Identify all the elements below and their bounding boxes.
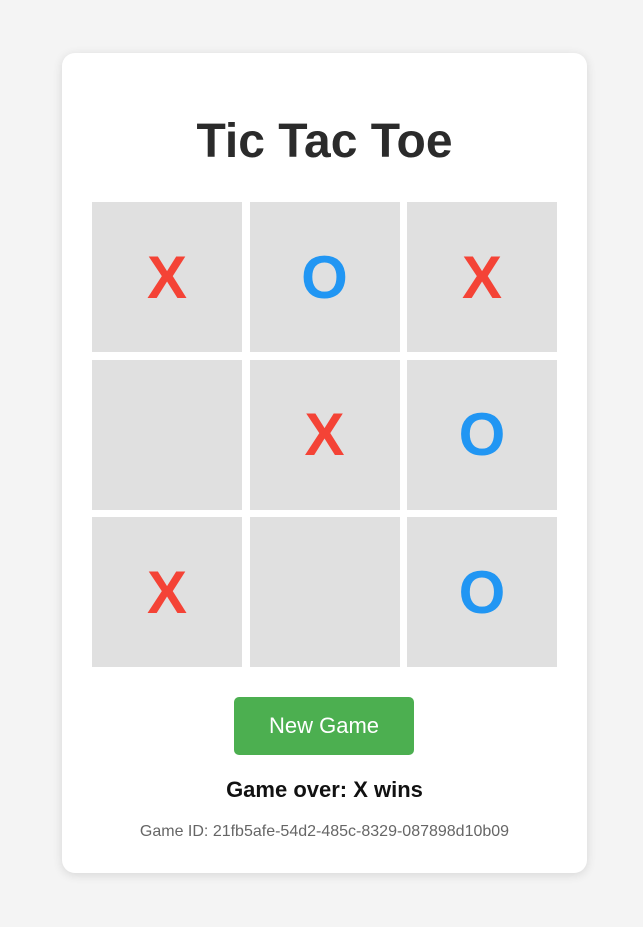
page-title: Tic Tac Toe — [196, 115, 453, 168]
game-card: Tic Tac Toe X O X X O X O New Game Game … — [62, 53, 587, 873]
board-cell-7[interactable]: X — [92, 517, 242, 667]
game-board: X O X X O X O — [92, 202, 557, 667]
game-id: Game ID: 21fb5afe-54d2-485c-8329-087898d… — [139, 823, 510, 840]
board-cell-1[interactable]: X — [92, 202, 242, 352]
board-cell-9[interactable]: O — [407, 517, 557, 667]
board-cell-3[interactable]: X — [407, 202, 557, 352]
board-cell-5[interactable]: X — [249, 359, 400, 510]
board-cell-6[interactable]: O — [407, 359, 557, 510]
new-game-button[interactable]: New Game — [234, 697, 414, 755]
board-cell-4[interactable] — [92, 359, 242, 510]
board-cell-8[interactable] — [249, 517, 400, 667]
board-cell-2[interactable]: O — [249, 202, 400, 352]
game-status: Game over: X wins — [226, 777, 423, 802]
